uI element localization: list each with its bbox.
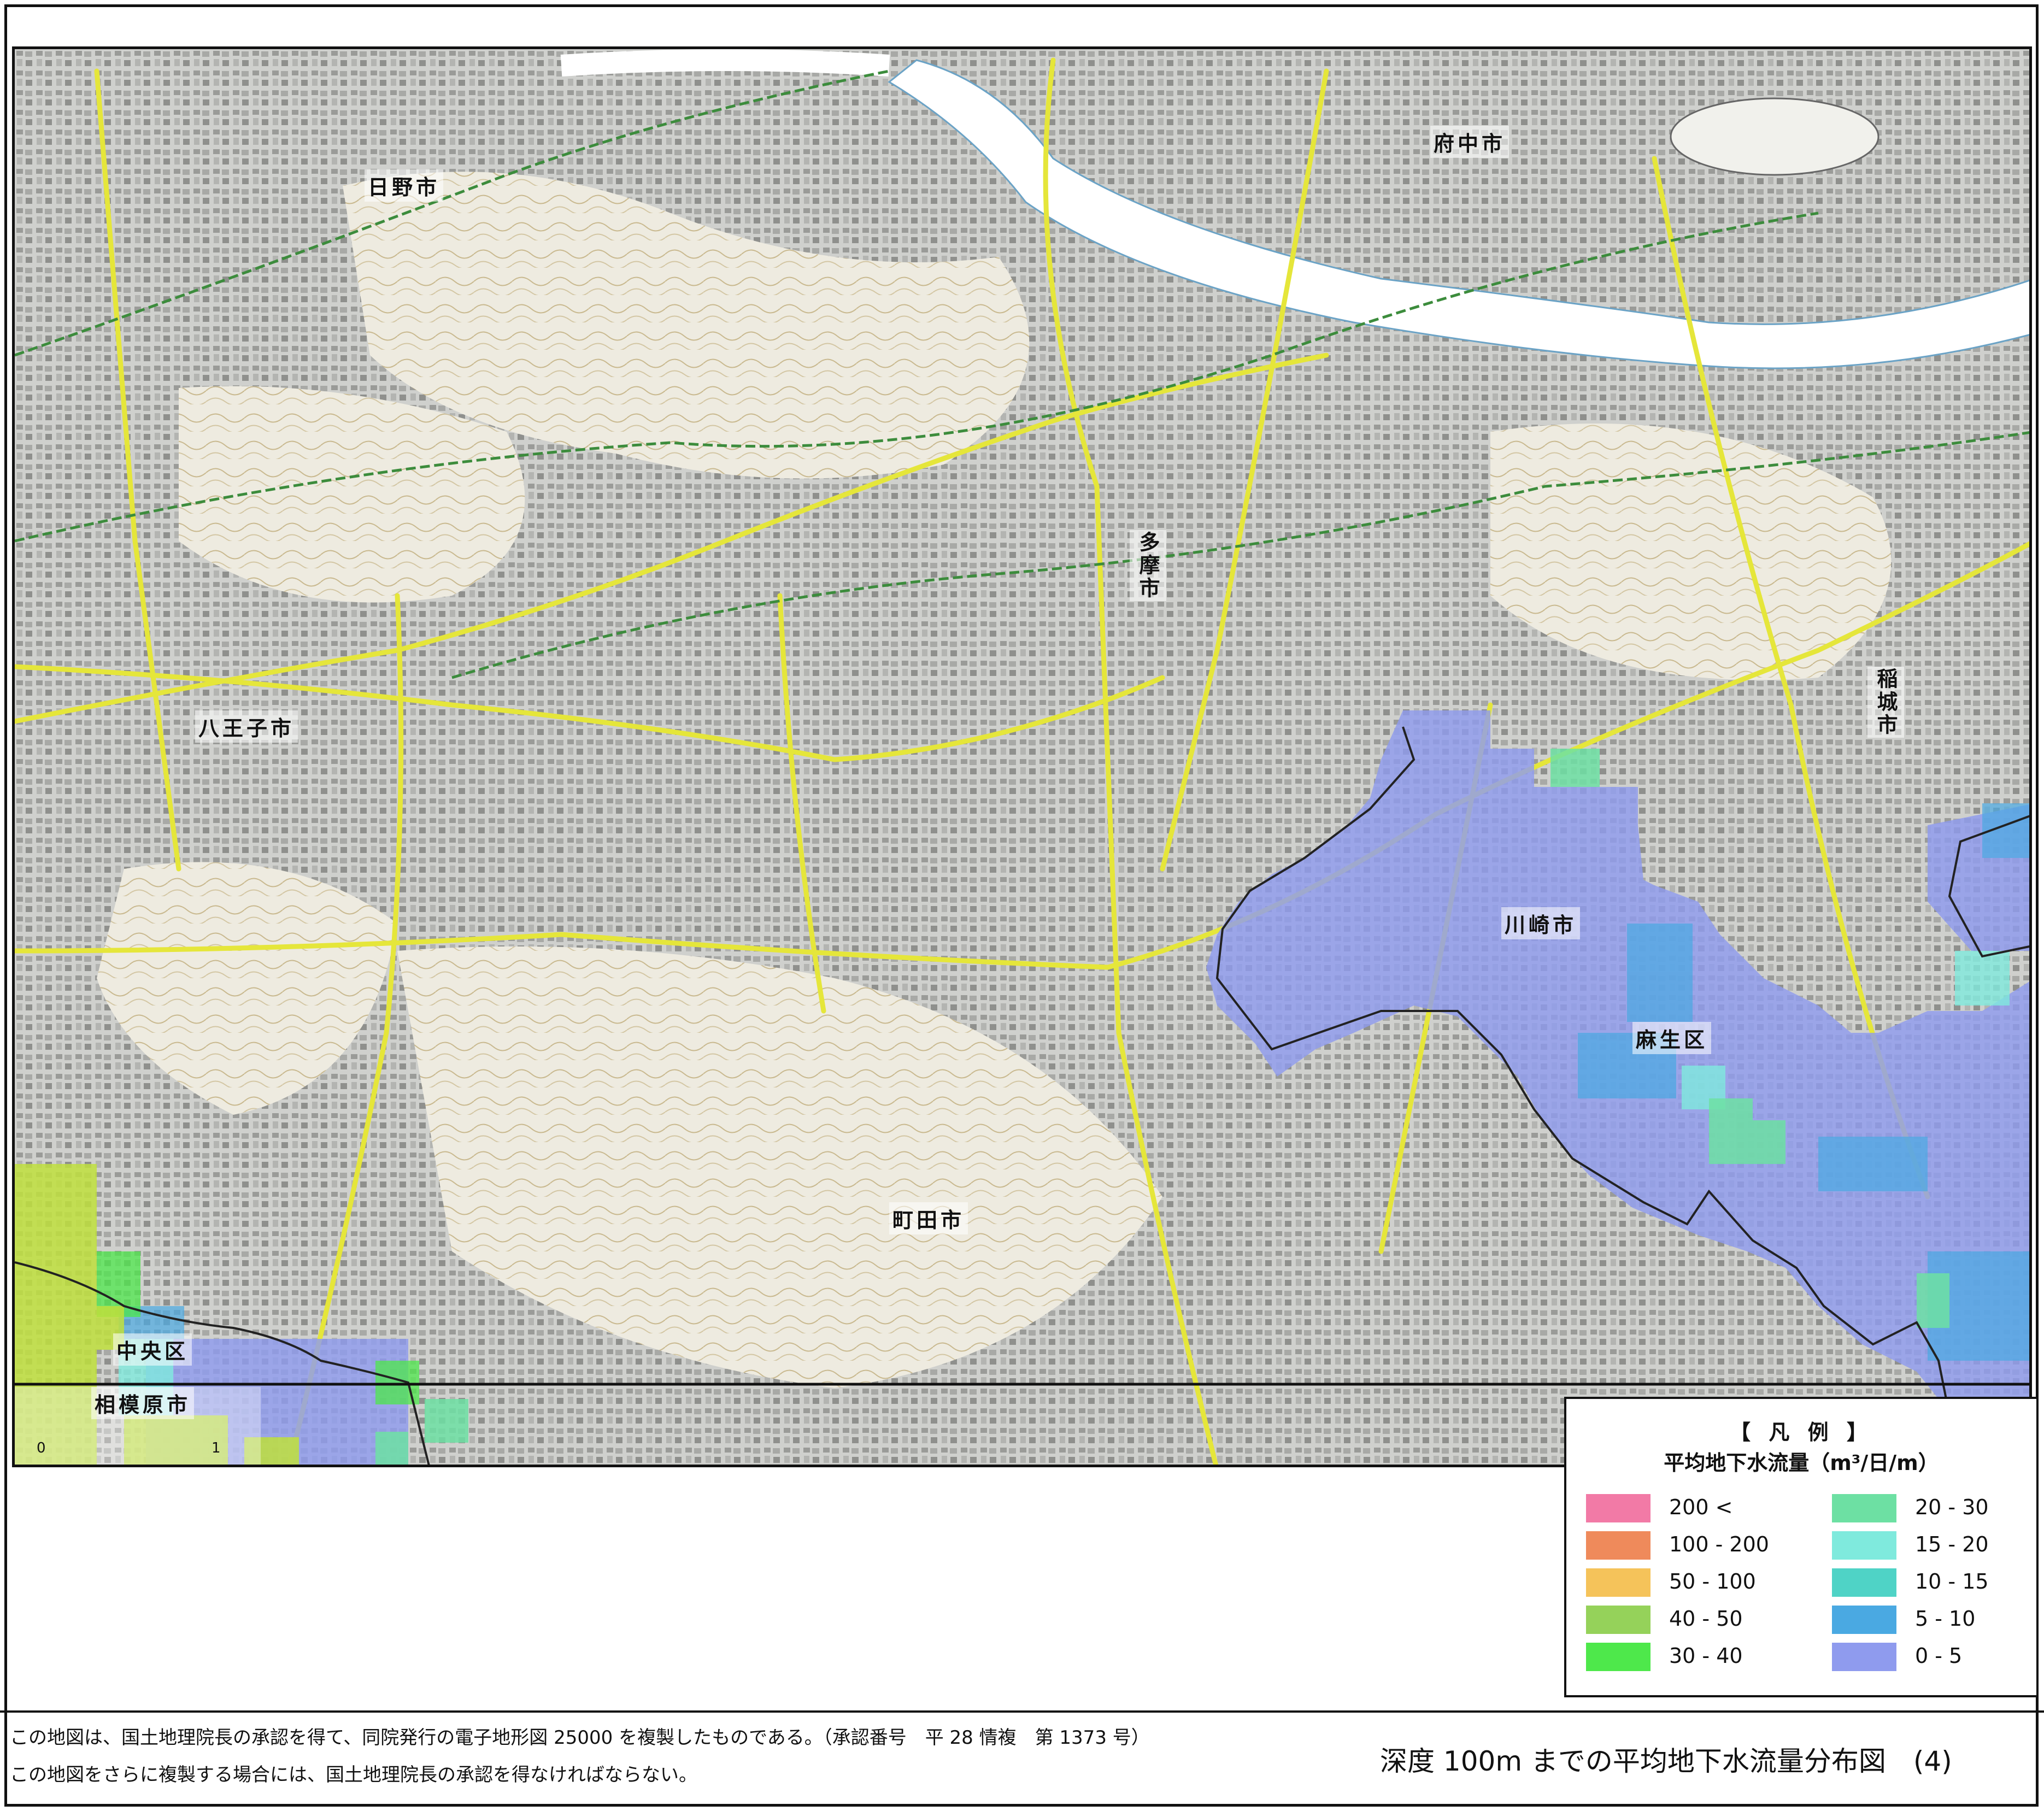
legend-label: 10 - 15 — [1915, 1569, 1989, 1594]
city-label-machida: 町田市 — [889, 1202, 968, 1234]
legend-swatch — [1586, 1531, 1651, 1560]
city-label-asao: 麻生区 — [1632, 1022, 1712, 1054]
legend-swatch — [1832, 1606, 1896, 1634]
legend-label: 40 - 50 — [1669, 1607, 1743, 1631]
legend-label: 20 - 30 — [1915, 1495, 1989, 1519]
city-label-tama: 多摩市 — [1130, 530, 1166, 601]
map-area[interactable]: 日野市 府中市 多摩市 八王子市 川崎市 麻生区 町田市 中央区 相模原市 稲城… — [12, 46, 2032, 1467]
copyright-notice-1: この地図は、国土地理院長の承認を得て、同院発行の電子地形図 25000 を複製し… — [10, 1727, 1150, 1749]
legend: 【 凡 例 】 平均地下水流量（m³/日/m） 200 < 100 - 200 … — [1564, 1397, 2039, 1697]
legend-label: 5 - 10 — [1915, 1607, 1976, 1631]
legend-title: 【 凡 例 】 — [1730, 1420, 1873, 1444]
legend-swatch — [1832, 1568, 1896, 1597]
footer-divider — [0, 1710, 2044, 1713]
legend-label: 0 - 5 — [1915, 1644, 1963, 1668]
city-label-chuo: 中央区 — [113, 1333, 192, 1366]
city-label-kawasaki: 川崎市 — [1501, 907, 1581, 939]
legend-swatch — [1586, 1568, 1651, 1597]
copyright-notice-2: この地図をさらに複製する場合には、国土地理院長の承認を得なければならない。 — [10, 1764, 697, 1786]
racecourse — [1670, 97, 1879, 176]
legend-swatch — [1832, 1643, 1896, 1671]
legend-label: 50 - 100 — [1669, 1569, 1756, 1594]
legend-swatch — [1586, 1643, 1651, 1671]
city-label-hachioji: 八王子市 — [195, 710, 298, 743]
map-caption: 深度 100m までの平均地下水流量分布図 (4) — [1380, 1745, 1952, 1777]
legend-label: 100 - 200 — [1669, 1532, 1769, 1556]
legend-subtitle: 平均地下水流量（m³/日/m） — [1664, 1451, 1939, 1475]
legend-swatch — [1586, 1606, 1651, 1634]
legend-swatch — [1586, 1494, 1651, 1522]
city-label-fuchu: 府中市 — [1430, 126, 1509, 158]
scale-one: 1 — [212, 1440, 221, 1456]
legend-label: 30 - 40 — [1669, 1644, 1743, 1668]
scale-bar: 0 1 km — [31, 1440, 239, 1465]
city-label-inagi: 稲城市 — [1867, 667, 1904, 738]
legend-label: 15 - 20 — [1915, 1532, 1989, 1556]
basemap — [15, 49, 2029, 1465]
legend-label: 200 < — [1669, 1495, 1733, 1519]
scale-bar-graphic — [42, 1462, 250, 1467]
scale-zero: 0 — [37, 1440, 46, 1456]
legend-swatch — [1832, 1531, 1896, 1560]
legend-swatch — [1832, 1494, 1896, 1522]
city-label-sagamihara: 相模原市 — [91, 1387, 195, 1419]
city-label-hino: 日野市 — [365, 169, 444, 202]
